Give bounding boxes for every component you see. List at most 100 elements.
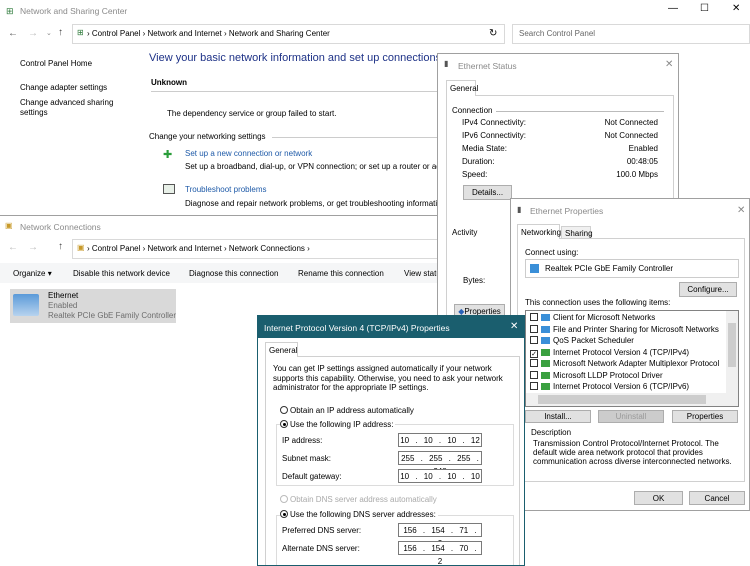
task-description: Set up a broadband, dial-up, or VPN conn… — [185, 162, 479, 171]
divider — [496, 111, 664, 112]
forward-icon[interactable]: → — [28, 28, 38, 39]
checkbox[interactable] — [530, 382, 538, 390]
sidebar-change-adapter-settings[interactable]: Change adapter settings — [20, 83, 107, 92]
details-button[interactable]: Details... — [463, 185, 512, 200]
network-icon: ⊞ — [77, 28, 84, 37]
configure-button[interactable]: Configure... — [679, 282, 737, 297]
connection-label: Connection — [452, 106, 493, 115]
checkbox[interactable] — [530, 336, 538, 344]
dialog-title: Ethernet Properties — [530, 206, 604, 216]
alternate-dns-input[interactable]: 156 . 154 . 70 . 2 — [398, 541, 482, 565]
auto-ip-radio[interactable]: Obtain an IP address automatically — [280, 406, 414, 415]
vertical-scrollbar[interactable] — [726, 311, 738, 393]
dialog-title: Ethernet Status — [458, 61, 517, 71]
diagnose-button[interactable]: Diagnose this connection — [189, 269, 278, 278]
manual-ip-radio[interactable]: Use the following IP address: — [280, 420, 396, 429]
minimize-button[interactable]: — — [668, 3, 678, 14]
description-text: Transmission Control Protocol/Internet P… — [533, 439, 732, 466]
component-item[interactable]: Microsoft LLDP Protocol Driver — [530, 370, 663, 380]
status-value: 00:48:05 — [626, 157, 658, 166]
manual-dns-radio[interactable]: Use the following DNS server addresses: — [280, 510, 438, 519]
horizontal-scrollbar[interactable] — [526, 393, 738, 406]
crumb[interactable]: Control Panel — [92, 244, 140, 253]
crumb[interactable]: Network and Internet — [147, 29, 221, 38]
search-input[interactable]: Search Control Panel — [512, 24, 750, 44]
service-icon — [541, 314, 550, 321]
default-gateway-input[interactable]: 10 . 10 . 10 . 10 — [398, 469, 482, 483]
page-title: View your basic network information and … — [149, 52, 442, 64]
crumb[interactable]: Network and Sharing Center — [229, 29, 330, 38]
address-bar[interactable]: ▣ › Control Panel › Network and Internet… — [72, 239, 445, 259]
cancel-button[interactable]: Cancel — [689, 491, 745, 505]
back-icon[interactable]: ← — [8, 242, 18, 253]
component-item[interactable]: File and Printer Sharing for Microsoft N… — [530, 324, 719, 334]
ethernet-properties-dialog: ▮ Ethernet Properties ✕ Networking Shari… — [510, 198, 750, 511]
close-button[interactable]: ✕ — [732, 3, 740, 14]
window-title: Network Connections — [20, 222, 101, 232]
organize-menu[interactable]: Organize ▾ — [13, 269, 52, 278]
ok-button[interactable]: OK — [634, 491, 683, 505]
service-icon — [541, 325, 550, 333]
tab-general[interactable]: General — [265, 342, 298, 357]
recent-chevron-icon[interactable]: ⌄ — [46, 29, 52, 37]
checkbox[interactable] — [530, 313, 538, 321]
tab-sharing[interactable]: Sharing — [561, 226, 593, 238]
status-label: Duration: — [462, 157, 495, 166]
default-gateway-label: Default gateway: — [282, 472, 342, 481]
back-icon[interactable]: ← — [8, 28, 18, 39]
component-item[interactable]: Client for Microsoft Networks — [530, 313, 655, 322]
preferred-dns-input[interactable]: 156 . 154 . 71 . 2 — [398, 523, 482, 548]
preferred-dns-label: Preferred DNS server: — [282, 526, 362, 535]
new-connection-icon: ✚ — [163, 149, 173, 161]
close-button[interactable]: ✕ — [737, 205, 745, 216]
crumbs: › Control Panel › Network and Internet ›… — [87, 29, 330, 38]
status-label: IPv6 Connectivity: — [462, 131, 527, 140]
ethernet-icon: ▮ — [444, 59, 449, 68]
forward-icon[interactable]: → — [28, 242, 38, 253]
divider — [151, 91, 441, 92]
checkbox[interactable]: ✓ — [530, 349, 538, 358]
items-list: Client for Microsoft Networks File and Pr… — [525, 310, 739, 407]
maximize-button[interactable]: ☐ — [700, 3, 709, 14]
checkbox[interactable] — [530, 324, 538, 333]
divider — [272, 137, 442, 138]
close-button[interactable]: ✕ — [665, 59, 673, 70]
crumb[interactable]: Network Connections — [229, 244, 305, 253]
checkbox[interactable] — [530, 370, 538, 379]
troubleshoot-icon — [163, 184, 175, 194]
checkbox[interactable] — [530, 359, 538, 367]
sidebar-control-panel-home[interactable]: Control Panel Home — [20, 59, 92, 68]
toolbar: Organize ▾ Disable this network device D… — [0, 263, 445, 283]
ethernet-connection-item[interactable]: Ethernet Enabled Realtek PCIe GbE Family… — [10, 289, 176, 323]
tab-general[interactable]: General — [446, 80, 478, 96]
close-button[interactable]: ✕ — [510, 321, 518, 332]
refresh-icon[interactable]: ↻ — [489, 28, 497, 39]
crumb[interactable]: Network and Internet — [147, 244, 221, 253]
sidebar-change-advanced-sharing[interactable]: Change advanced sharing settings — [20, 98, 120, 118]
component-item[interactable]: Internet Protocol Version 6 (TCP/IPv6) — [530, 382, 689, 391]
status-label: Media State: — [462, 144, 507, 153]
ip-address-input[interactable]: 10 . 10 . 10 . 12 — [398, 433, 482, 447]
network-icon: ⊞ — [6, 6, 14, 16]
status-value: Not Connected — [604, 131, 658, 140]
item-properties-button[interactable]: Properties — [672, 410, 738, 423]
install-button[interactable]: Install... — [525, 410, 591, 423]
component-item[interactable]: Microsoft Network Adapter Multiplexor Pr… — [530, 359, 719, 368]
items-label: This connection uses the following items… — [525, 298, 671, 307]
protocol-icon — [541, 371, 550, 379]
tab-networking[interactable]: Networking — [517, 224, 561, 239]
connection-status: Enabled — [48, 301, 78, 310]
up-icon[interactable]: ↑ — [58, 27, 63, 38]
troubleshoot-link[interactable]: Troubleshoot problems — [185, 185, 267, 194]
protocol-icon — [541, 348, 550, 356]
address-bar[interactable]: ⊞ › Control Panel › Network and Internet… — [72, 24, 505, 44]
setup-connection-link[interactable]: Set up a new connection or network — [185, 149, 312, 158]
component-item[interactable]: QoS Packet Scheduler — [530, 336, 634, 345]
disable-device-button[interactable]: Disable this network device — [73, 269, 170, 278]
crumb[interactable]: Control Panel — [92, 29, 140, 38]
component-item[interactable]: ✓ Internet Protocol Version 4 (TCP/IPv4) — [530, 348, 689, 358]
subnet-mask-input[interactable]: 255 . 255 . 255 . 248 — [398, 451, 482, 476]
protocol-icon — [541, 360, 550, 367]
rename-button[interactable]: Rename this connection — [298, 269, 384, 278]
up-icon[interactable]: ↑ — [58, 241, 63, 252]
